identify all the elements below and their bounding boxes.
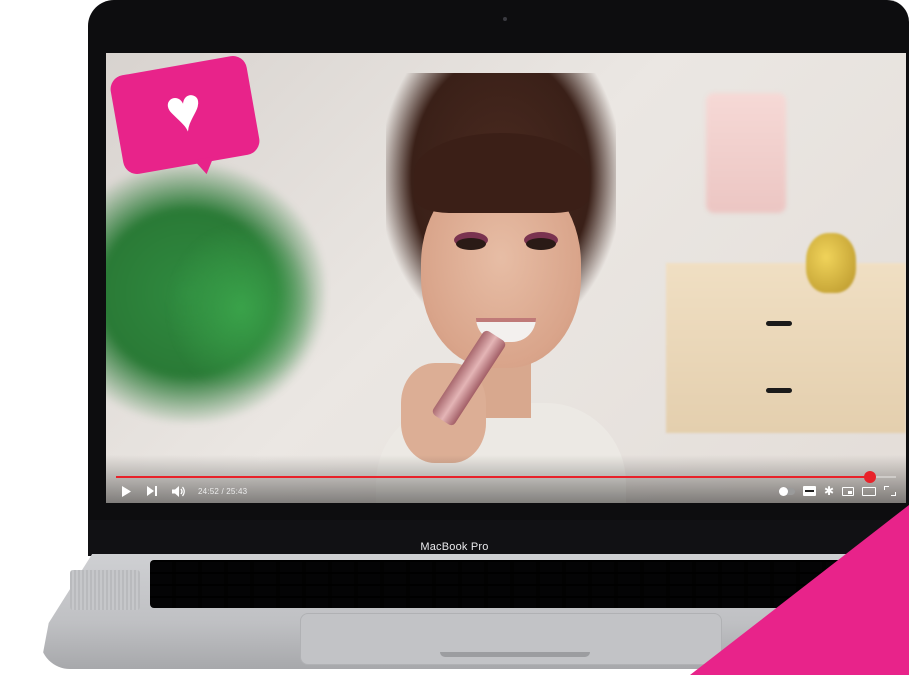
- subtitles-icon[interactable]: [802, 486, 816, 496]
- dresser-handle: [766, 388, 792, 393]
- autoplay-toggle-icon[interactable]: [778, 486, 795, 496]
- fullscreen-icon[interactable]: [884, 486, 896, 496]
- heart-icon: ♥: [160, 73, 209, 148]
- video-presenter: [336, 73, 666, 503]
- keyboard: [150, 560, 850, 608]
- progress-bar[interactable]: [116, 471, 896, 483]
- next-icon[interactable]: [142, 483, 162, 499]
- settings-gear-icon[interactable]: ✱: [824, 485, 834, 497]
- laptop-base-notch: [440, 652, 590, 657]
- presenter-bangs: [414, 133, 589, 213]
- video-background-plant-leaf: [166, 223, 316, 393]
- device-brand-label: MacBook Pro: [420, 541, 489, 553]
- webcam-dot: [503, 17, 507, 21]
- dresser-handle: [766, 321, 792, 326]
- touchpad: [300, 613, 722, 665]
- video-player[interactable]: ♥ 24:52 / 25:43 ✱: [106, 53, 906, 503]
- heart-badge: ♥: [108, 53, 262, 177]
- speaker-grille: [70, 570, 140, 610]
- miniplayer-icon[interactable]: [842, 486, 854, 496]
- theater-mode-icon[interactable]: [862, 486, 876, 496]
- presenter-eye: [526, 238, 556, 250]
- time-display: 24:52 / 25:43: [198, 486, 248, 496]
- player-controls-right: ✱: [778, 485, 896, 497]
- player-controls: 24:52 / 25:43 ✱: [116, 482, 896, 500]
- video-background-vase: [806, 233, 856, 293]
- play-icon[interactable]: [116, 483, 136, 499]
- video-background-dresser: [666, 263, 906, 433]
- volume-icon[interactable]: [168, 483, 188, 499]
- presenter-eye: [456, 238, 486, 250]
- progress-bar-played: [116, 476, 871, 478]
- video-background-lamp: [706, 93, 786, 213]
